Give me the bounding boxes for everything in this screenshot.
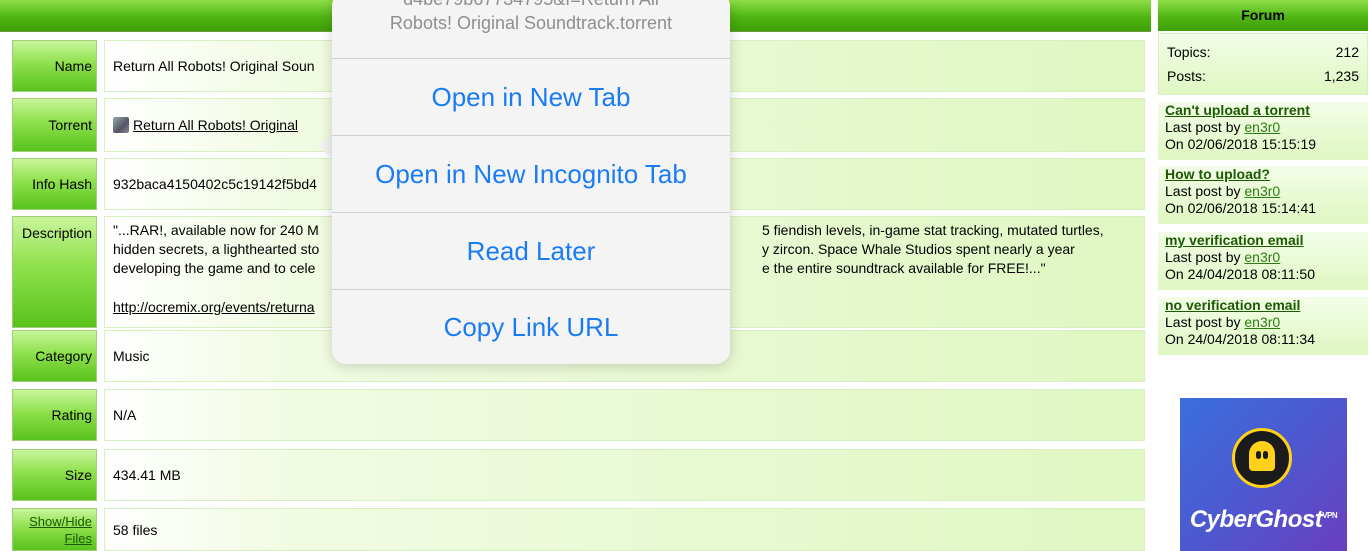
forum-title: Forum bbox=[1158, 0, 1368, 31]
description-line3-left: developing the game and to cele bbox=[113, 260, 316, 276]
label-description: Description bbox=[12, 216, 97, 328]
label-rating: Rating bbox=[12, 389, 97, 441]
forum-post: my verification email Last post by en3r0… bbox=[1158, 232, 1368, 290]
forum-post-user[interactable]: en3r0 bbox=[1244, 183, 1280, 199]
forum-post-user[interactable]: en3r0 bbox=[1244, 249, 1280, 265]
menu-open-new-tab[interactable]: Open in New Tab bbox=[332, 59, 730, 136]
description-line1-right: 5 fiendish levels, in-game stat tracking… bbox=[762, 222, 1104, 238]
row-rating: Rating N/A bbox=[8, 389, 1145, 441]
cyberghost-ad-banner[interactable]: CyberGhostVPN bbox=[1180, 398, 1347, 551]
forum-post-user[interactable]: en3r0 bbox=[1244, 314, 1280, 330]
forum-post-title[interactable]: no verification email bbox=[1165, 297, 1368, 314]
ad-brand-text: CyberGhostVPN bbox=[1189, 506, 1338, 533]
forum-post-by: Last post by bbox=[1165, 249, 1245, 265]
torrent-download-link[interactable]: Return All Robots! Original bbox=[133, 117, 298, 133]
description-line3-right: e the entire soundtrack available for FR… bbox=[762, 260, 1046, 276]
posts-value: 1,235 bbox=[1323, 68, 1359, 84]
forum-post-by: Last post by bbox=[1165, 119, 1245, 135]
posts-stat: Posts: 1,235 bbox=[1167, 68, 1359, 88]
show-hide-files-cell: Show/Hide Files bbox=[12, 508, 97, 551]
forum-stats: Topics: 212 Posts: 1,235 bbox=[1158, 33, 1368, 95]
forum-post-by: Last post by bbox=[1165, 314, 1245, 330]
menu-copy-link-url[interactable]: Copy Link URL bbox=[332, 289, 730, 364]
label-size: Size bbox=[12, 449, 97, 501]
forum-post: no verification email Last post by en3r0… bbox=[1158, 297, 1368, 355]
description-link[interactable]: http://ocremix.org/events/returna bbox=[113, 299, 315, 315]
row-size: Size 434.41 MB bbox=[8, 449, 1145, 501]
topics-stat: Topics: 212 bbox=[1167, 44, 1359, 64]
forum-post-date: On 02/06/2018 15:15:19 bbox=[1165, 136, 1317, 152]
forum-post-date: On 24/04/2018 08:11:34 bbox=[1165, 331, 1315, 347]
description-line2-left: hidden secrets, a lighthearted sto bbox=[113, 241, 320, 257]
menu-open-incognito-tab[interactable]: Open in New Incognito Tab bbox=[332, 136, 730, 213]
forum-post: Can't upload a torrent Last post by en3r… bbox=[1158, 102, 1368, 160]
forum-post-title[interactable]: my verification email bbox=[1165, 232, 1368, 249]
forum-post-title[interactable]: How to upload? bbox=[1165, 166, 1368, 183]
forum-post-date: On 24/04/2018 08:11:50 bbox=[1165, 266, 1315, 282]
label-info-hash: Info Hash bbox=[12, 158, 97, 210]
topics-value: 212 bbox=[1335, 44, 1359, 60]
forum-post-date: On 02/06/2018 15:14:41 bbox=[1165, 200, 1317, 216]
link-context-menu: d4be79b6773479​5&f=Return All Robots! Or… bbox=[332, 0, 730, 364]
value-files: 58 files bbox=[104, 508, 1145, 551]
popup-pointer bbox=[318, 134, 332, 158]
torrent-file-icon bbox=[113, 117, 129, 133]
posts-label: Posts: bbox=[1167, 68, 1206, 84]
value-rating: N/A bbox=[104, 389, 1145, 441]
menu-read-later[interactable]: Read Later bbox=[332, 213, 730, 290]
label-category: Category bbox=[12, 330, 97, 382]
topics-label: Topics: bbox=[1167, 44, 1211, 60]
forum-post-title[interactable]: Can't upload a torrent bbox=[1165, 102, 1368, 119]
ghost-icon bbox=[1232, 428, 1292, 488]
popup-link-url: d4be79b6773479​5&f=Return All Robots! Or… bbox=[332, 0, 730, 59]
label-name: Name bbox=[12, 40, 97, 92]
description-line1-left: "...RAR!, available now for 240 M bbox=[113, 222, 319, 238]
value-size: 434.41 MB bbox=[104, 449, 1145, 501]
label-torrent: Torrent bbox=[12, 98, 97, 152]
description-line2-right: y zircon. Space Whale Studios spent near… bbox=[762, 241, 1075, 257]
row-files: Show/Hide Files 58 files bbox=[8, 508, 1145, 551]
forum-post-by: Last post by bbox=[1165, 183, 1245, 199]
forum-post: How to upload? Last post by en3r0 On 02/… bbox=[1158, 166, 1368, 224]
forum-post-user[interactable]: en3r0 bbox=[1244, 119, 1280, 135]
show-hide-files-link[interactable]: Show/Hide Files bbox=[13, 513, 92, 547]
